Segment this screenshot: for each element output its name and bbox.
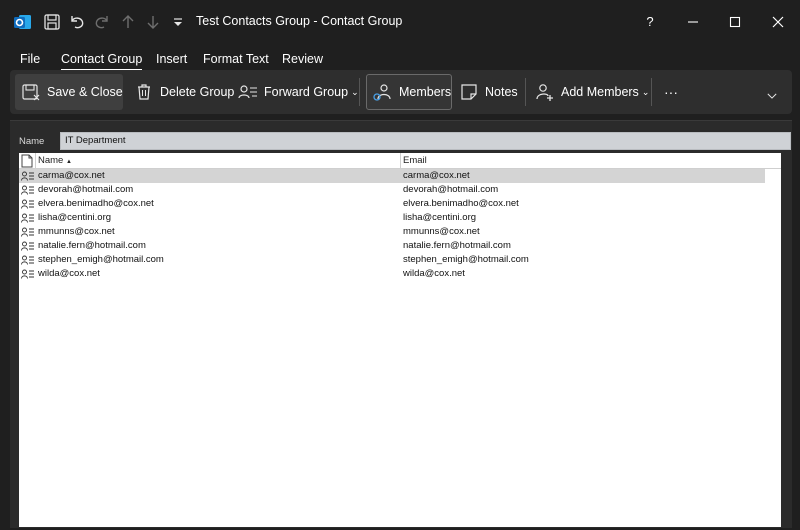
member-name: lisha@centini.org	[38, 212, 112, 223]
member-name: stephen_emigh@hotmail.com	[38, 254, 164, 265]
contact-card-icon	[21, 171, 34, 181]
tab-insert[interactable]: Insert	[156, 52, 187, 66]
table-row[interactable]: wilda@cox.net wilda@cox.net	[19, 267, 765, 281]
up-arrow-icon[interactable]	[118, 12, 138, 32]
member-name: mmunns@cox.net	[38, 226, 115, 237]
ribbon-tabs: File Contact Group Insert Format Text Re…	[0, 44, 800, 71]
notes-button[interactable]: Notes	[453, 74, 524, 110]
notes-label: Notes	[485, 85, 518, 99]
chevron-down-icon: ⌄	[641, 86, 650, 97]
trash-icon	[138, 84, 150, 100]
notes-icon	[461, 84, 477, 100]
forward-group-button[interactable]: Forward Group ⌄	[232, 74, 365, 110]
contact-card-icon	[21, 185, 34, 195]
members-button[interactable]: Members	[366, 74, 452, 110]
tab-format-text[interactable]: Format Text	[203, 52, 269, 66]
member-name: natalie.fern@hotmail.com	[38, 240, 146, 251]
contact-card-icon	[21, 199, 34, 209]
maximize-icon	[729, 16, 741, 28]
sort-ascending-icon: ▲	[65, 159, 72, 165]
undo-icon[interactable]	[67, 12, 87, 32]
members-icon	[373, 84, 391, 101]
member-email: stephen_emigh@hotmail.com	[403, 254, 529, 265]
save-close-icon	[22, 84, 40, 101]
table-row[interactable]: mmunns@cox.net mmunns@cox.net	[19, 225, 765, 239]
more-options-button[interactable]: ···	[658, 74, 684, 110]
table-row[interactable]: natalie.fern@hotmail.com natalie.fern@ho…	[19, 239, 765, 253]
table-header: Name ▲ Email	[19, 153, 781, 169]
member-name: devorah@hotmail.com	[38, 184, 134, 195]
group-name-field[interactable]: IT Department	[60, 132, 791, 150]
ribbon-toolbar: Save & Close Delete Group Forward Group …	[10, 70, 792, 114]
tab-review[interactable]: Review	[282, 52, 323, 66]
forward-group-label: Forward Group	[264, 85, 349, 99]
close-icon	[772, 16, 784, 28]
save-close-label: Save & Close	[47, 85, 123, 99]
member-email: natalie.fern@hotmail.com	[403, 240, 511, 251]
contact-group-form: Name IT Department Name ▲ Email carma@co…	[10, 120, 792, 528]
contact-card-icon	[21, 213, 34, 223]
member-email: lisha@centini.org	[403, 212, 477, 223]
minimize-icon	[688, 21, 698, 23]
tab-file[interactable]: File	[20, 52, 40, 66]
contact-card-icon	[21, 269, 34, 279]
contact-card-icon	[21, 255, 34, 265]
document-icon	[21, 154, 33, 168]
contact-card-icon	[21, 241, 34, 251]
table-row[interactable]: stephen_emigh@hotmail.com stephen_emigh@…	[19, 253, 765, 267]
help-button[interactable]: ?	[640, 12, 660, 32]
chevron-down-icon	[767, 93, 777, 99]
column-header-email[interactable]: Email	[403, 155, 427, 166]
window-title: Test Contacts Group - Contact Group	[196, 14, 403, 28]
name-label: Name	[19, 136, 45, 147]
table-row[interactable]: devorah@hotmail.com devorah@hotmail.com	[19, 183, 765, 197]
member-name: carma@cox.net	[38, 170, 105, 181]
add-members-label: Add Members	[561, 85, 639, 99]
table-row[interactable]: carma@cox.net carma@cox.net	[19, 169, 765, 183]
delete-group-label: Delete Group	[160, 85, 235, 99]
members-label: Members	[399, 85, 452, 99]
member-name: wilda@cox.net	[38, 268, 100, 279]
member-email: carma@cox.net	[403, 170, 470, 181]
forward-group-icon	[238, 85, 257, 99]
maximize-button[interactable]	[725, 12, 745, 32]
column-header-name[interactable]: Name ▲	[38, 155, 72, 166]
customize-toolbar-icon[interactable]	[168, 12, 188, 32]
member-email: wilda@cox.net	[403, 268, 465, 279]
column-name-label: Name	[38, 155, 64, 166]
tab-contact-group[interactable]: Contact Group	[61, 52, 143, 71]
column-divider	[400, 153, 401, 169]
save-icon[interactable]	[42, 12, 62, 32]
add-members-button[interactable]: Add Members ⌄	[529, 74, 655, 110]
chevron-down-icon: ⌄	[351, 86, 359, 97]
ribbon-divider	[525, 78, 526, 106]
member-name: elvera.benimadho@cox.net	[38, 198, 154, 209]
table-row[interactable]: lisha@centini.org lisha@centini.org	[19, 211, 765, 225]
outlook-logo-icon	[14, 13, 32, 31]
title-bar: Test Contacts Group - Contact Group ?	[0, 0, 800, 44]
save-close-button[interactable]: Save & Close	[15, 74, 123, 110]
member-email: elvera.benimadho@cox.net	[403, 198, 519, 209]
member-email: devorah@hotmail.com	[403, 184, 499, 195]
add-member-icon	[536, 84, 553, 101]
delete-group-button[interactable]: Delete Group	[128, 74, 240, 110]
member-email: mmunns@cox.net	[403, 226, 480, 237]
ribbon-divider	[359, 78, 360, 106]
table-row[interactable]: elvera.benimadho@cox.net elvera.benimadh…	[19, 197, 765, 211]
members-table: Name ▲ Email carma@cox.net carma@cox.net…	[19, 153, 781, 527]
redo-icon[interactable]	[92, 12, 112, 32]
minimize-button[interactable]	[683, 12, 703, 32]
expand-ribbon-button[interactable]	[765, 86, 779, 106]
down-arrow-icon[interactable]	[143, 12, 163, 32]
contact-card-icon	[21, 227, 34, 237]
column-divider	[35, 153, 36, 169]
ribbon-divider	[651, 78, 652, 106]
close-button[interactable]	[768, 12, 788, 32]
